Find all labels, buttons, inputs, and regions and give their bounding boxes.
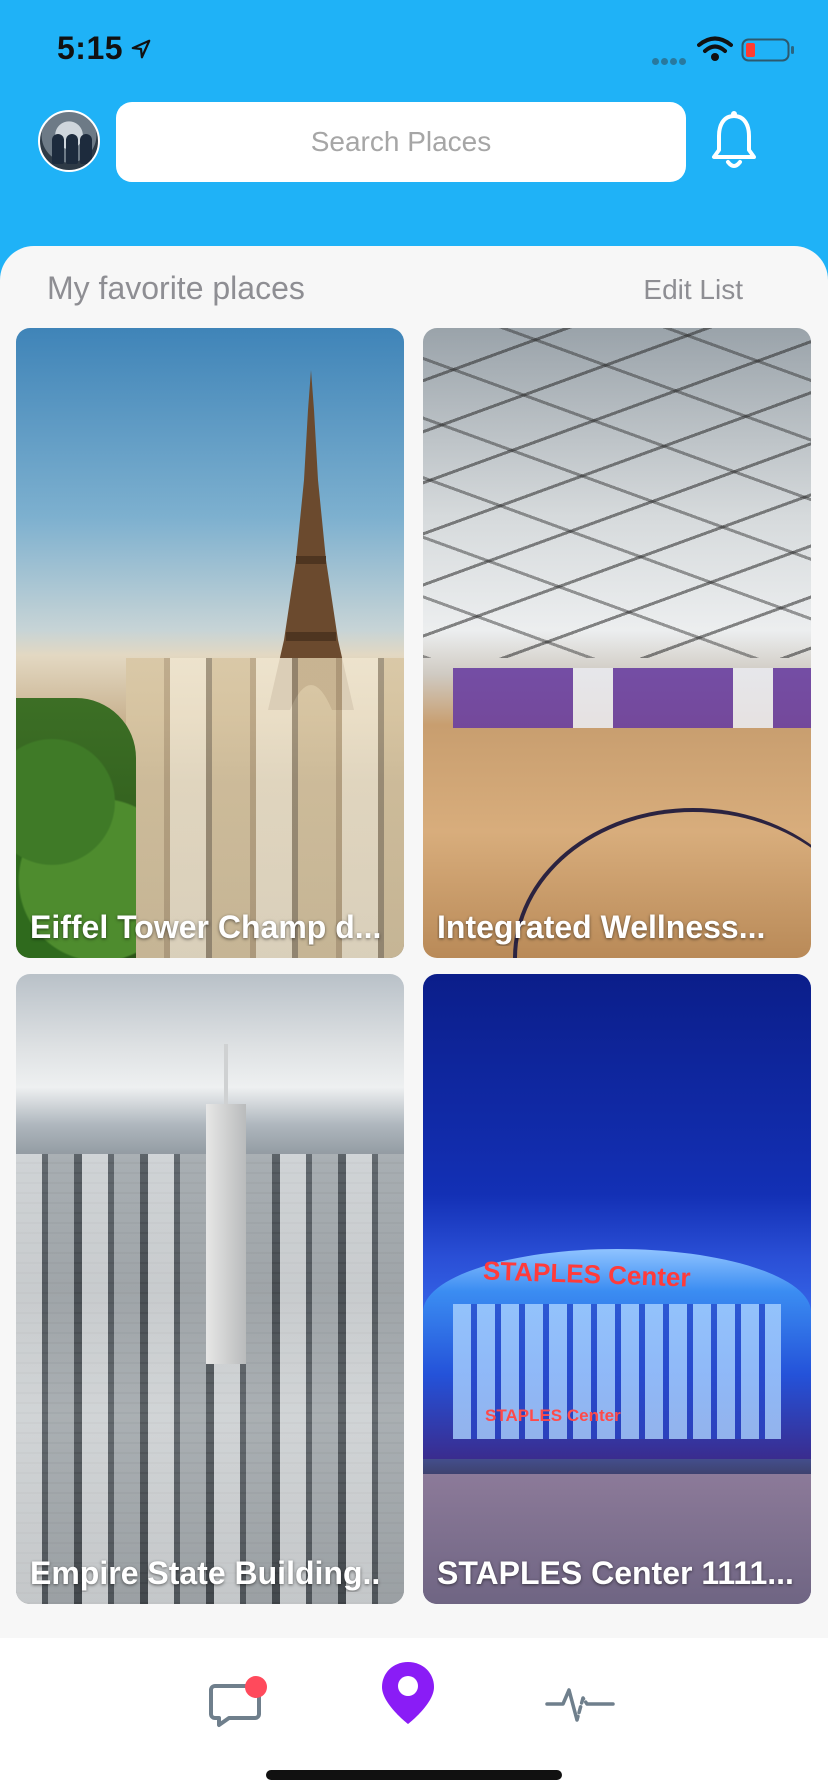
place-card-staples-center[interactable]: STAPLES Center STAPLES Center STAPLES Ce… (423, 974, 811, 1604)
skyscraper-image (206, 1044, 246, 1364)
activity-pulse-icon (545, 1688, 615, 1722)
tab-activity[interactable] (545, 1668, 615, 1738)
place-card-label: STAPLES Center 1111... (437, 1555, 794, 1591)
home-indicator (266, 1770, 562, 1780)
section-title: My favorite places (47, 270, 305, 306)
status-bar: 5:15 (0, 0, 828, 100)
edit-list-button[interactable]: Edit List (643, 274, 743, 306)
place-card-empire-state[interactable]: Empire State Building.. (16, 974, 404, 1604)
place-card-eiffel-tower[interactable]: Eiffel Tower Champ d... (16, 328, 404, 958)
status-time: 5:15 (57, 30, 124, 66)
gym-wall-image (453, 668, 811, 728)
map-pin-icon (382, 1662, 434, 1724)
user-avatar[interactable] (38, 110, 100, 172)
cellular-signal-icon (652, 52, 688, 70)
place-card-label: Empire State Building.. (30, 1555, 381, 1591)
location-arrow-icon (131, 39, 151, 59)
tab-bar (0, 1638, 828, 1792)
search-input[interactable] (116, 102, 686, 182)
battery-icon (741, 38, 794, 62)
tab-chat[interactable] (203, 1668, 273, 1738)
place-card-label: Eiffel Tower Champ d... (30, 909, 382, 945)
arena-entrance-sign: STAPLES Center (485, 1406, 621, 1425)
wifi-icon (697, 36, 733, 61)
bell-icon[interactable] (710, 110, 758, 172)
gym-ceiling-image (423, 328, 811, 658)
place-card-label: Integrated Wellness... (437, 909, 766, 945)
place-card-wellness-center[interactable]: Integrated Wellness... (423, 328, 811, 958)
favorites-sheet: My favorite places Edit List Eiffel Towe… (0, 246, 828, 1646)
tab-places[interactable] (373, 1658, 443, 1728)
chat-badge-dot (245, 1676, 267, 1698)
